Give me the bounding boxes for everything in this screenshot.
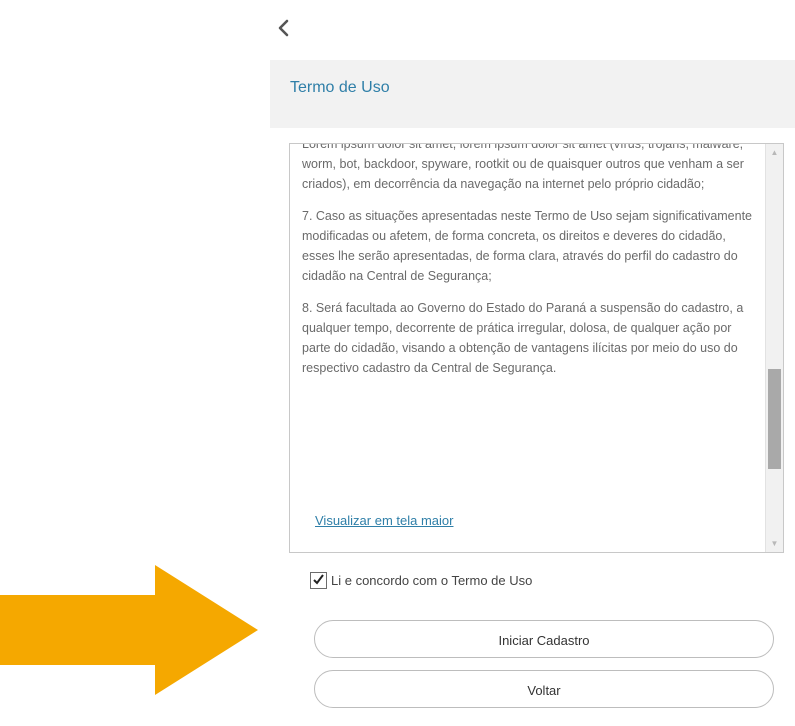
terms-paragraph: 7. Caso as situações apresentadas neste …: [302, 209, 753, 283]
terms-paragraph: Lorem ipsum dolor sit amet, lorem ipsum …: [302, 143, 744, 191]
view-larger-link[interactable]: Visualizar em tela maior: [315, 513, 453, 528]
agreement-checkbox[interactable]: [310, 572, 327, 589]
terms-paragraph: 8. Será facultada ao Governo do Estado d…: [302, 301, 744, 375]
back-button-bottom[interactable]: Voltar: [314, 670, 774, 708]
terms-panel: Termo de Uso Lorem ipsum dolor sit amet,…: [270, 60, 795, 726]
terms-text-box[interactable]: Lorem ipsum dolor sit amet, lorem ipsum …: [289, 143, 784, 553]
checkmark-icon: [313, 574, 324, 585]
terms-scrollbar[interactable]: ▲ ▼: [765, 144, 783, 552]
agreement-label: Li e concordo com o Termo de Uso: [331, 573, 533, 588]
chevron-left-icon: [278, 19, 289, 37]
arrow-annotation-icon: [0, 565, 258, 695]
start-registration-button[interactable]: Iniciar Cadastro: [314, 620, 774, 658]
terms-content: Lorem ipsum dolor sit amet, lorem ipsum …: [302, 143, 758, 390]
back-button[interactable]: [270, 14, 298, 42]
page-title: Termo de Uso: [290, 79, 390, 96]
triangle-up-icon[interactable]: ▲: [766, 144, 783, 161]
triangle-down-icon[interactable]: ▼: [766, 535, 783, 552]
panel-header: Termo de Uso: [270, 60, 795, 128]
agreement-row: Li e concordo com o Termo de Uso: [310, 572, 532, 589]
scrollbar-thumb[interactable]: [768, 369, 781, 469]
